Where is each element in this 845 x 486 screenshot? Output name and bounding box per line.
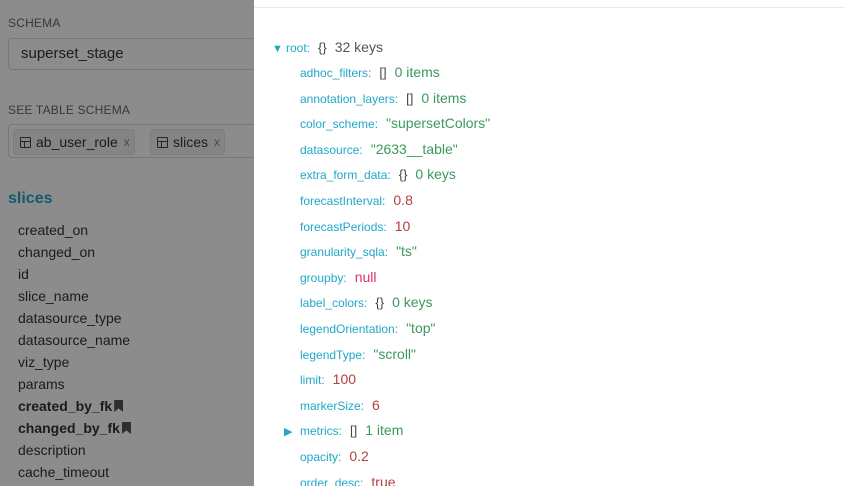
- json-root-node[interactable]: ▼ root: {} 32 keys: [272, 37, 383, 57]
- json-value: 0.8: [393, 192, 413, 208]
- json-entry-markersize: markerSize:6: [300, 395, 380, 415]
- json-colon: :: [387, 168, 391, 182]
- json-colon: :: [338, 450, 342, 464]
- json-key: datasource: [300, 143, 360, 157]
- json-value: null: [354, 269, 377, 285]
- json-entry-legendtype: legendType: "scroll": [300, 344, 416, 364]
- json-value: 0 items: [421, 90, 467, 106]
- json-value: 0 keys: [392, 294, 433, 310]
- json-value: "scroll": [373, 346, 417, 362]
- json-value: 1 item: [365, 422, 404, 438]
- json-key: order_desc: [300, 476, 361, 486]
- json-entry-granularity-sqla: granularity_sqla: "ts": [300, 241, 417, 261]
- json-value: 0 items: [394, 64, 440, 80]
- json-colon: :: [321, 373, 325, 387]
- json-entry-adhoc-filters: adhoc_filters: [] 0 items: [300, 62, 440, 82]
- json-entry-label-colors: label_colors: {} 0 keys: [300, 292, 433, 312]
- json-brace: []: [350, 423, 358, 438]
- json-key: limit: [300, 373, 322, 387]
- json-entry-opacity: opacity:0.2: [300, 446, 369, 466]
- json-colon: :: [362, 348, 366, 362]
- panel-header: [254, 0, 845, 8]
- caret-right-icon[interactable]: ▶: [284, 422, 300, 442]
- json-brace: {}: [318, 40, 327, 55]
- caret-down-icon[interactable]: ▼: [272, 39, 286, 59]
- json-colon: :: [394, 322, 399, 336]
- json-entry-annotation-layers: annotation_layers: [] 0 items: [300, 88, 466, 108]
- json-key: metrics: [300, 424, 339, 438]
- json-colon: :: [394, 92, 399, 106]
- json-colon: :: [360, 399, 365, 413]
- json-colon: :: [364, 296, 368, 310]
- json-colon: :: [384, 245, 389, 259]
- json-brace: []: [379, 65, 387, 80]
- json-value: 0 keys: [415, 166, 456, 182]
- json-key: forecastInterval: [300, 194, 383, 208]
- json-key: legendOrientation: [300, 322, 395, 336]
- json-colon: :: [343, 271, 347, 285]
- json-colon: :: [382, 194, 386, 208]
- json-brace: {}: [398, 167, 408, 182]
- json-entry-datasource: datasource: "2633__table": [300, 139, 458, 159]
- json-colon: :: [383, 220, 387, 234]
- json-value: 0.2: [349, 448, 369, 464]
- json-value: 10: [394, 218, 411, 234]
- json-value: true: [371, 474, 396, 486]
- json-key: forecastPeriods: [300, 220, 384, 234]
- json-entry-legendorientation: legendOrientation: "top": [300, 318, 435, 338]
- json-value: 6: [372, 397, 380, 413]
- json-key: markerSize: [300, 399, 361, 413]
- json-colon: :: [374, 117, 379, 131]
- json-entry-forecastinterval: forecastInterval:0.8: [300, 190, 413, 210]
- json-entry-metrics[interactable]: ▶ metrics: [] 1 item: [284, 420, 403, 440]
- json-entry-limit: limit:100: [300, 369, 356, 389]
- json-entry-color-scheme: color_scheme: "supersetColors": [300, 113, 490, 133]
- json-key: legendType: [300, 348, 363, 362]
- json-value: "supersetColors": [386, 115, 491, 131]
- json-key: opacity: [300, 450, 339, 464]
- json-value: 100: [332, 371, 357, 387]
- json-entry-order-desc: order_desc: true: [300, 472, 396, 486]
- json-key: groupby: [300, 271, 344, 285]
- json-brace: []: [406, 91, 414, 106]
- json-key: extra_form_data: [300, 168, 388, 182]
- json-viewer-panel: ▼ root: {} 32 keys adhoc_filters:[] 0 ite…: [254, 0, 845, 486]
- json-count: 32 keys: [334, 39, 383, 55]
- json-key: adhoc_filters: [300, 66, 369, 80]
- json-colon: :: [359, 143, 363, 157]
- json-colon: :: [338, 424, 343, 438]
- json-colon: :: [360, 476, 364, 486]
- json-entry-forecastperiods: forecastPeriods:10: [300, 216, 410, 236]
- json-value: "top": [406, 320, 436, 336]
- json-entry-extra-form-data: extra_form_data: {} 0 keys: [300, 164, 456, 184]
- json-value: "ts": [396, 243, 417, 259]
- json-key: annotation_layers: [300, 92, 395, 106]
- json-brace: {}: [375, 295, 385, 310]
- json-key: granularity_sqla: [300, 245, 385, 259]
- json-colon: :: [368, 66, 372, 80]
- json-entry-groupby: groupby: null: [300, 267, 377, 287]
- json-key: color_scheme: [300, 117, 375, 131]
- json-key: root: [286, 41, 307, 55]
- json-value: "2633__table": [370, 141, 458, 157]
- json-key: label_colors: [300, 296, 365, 310]
